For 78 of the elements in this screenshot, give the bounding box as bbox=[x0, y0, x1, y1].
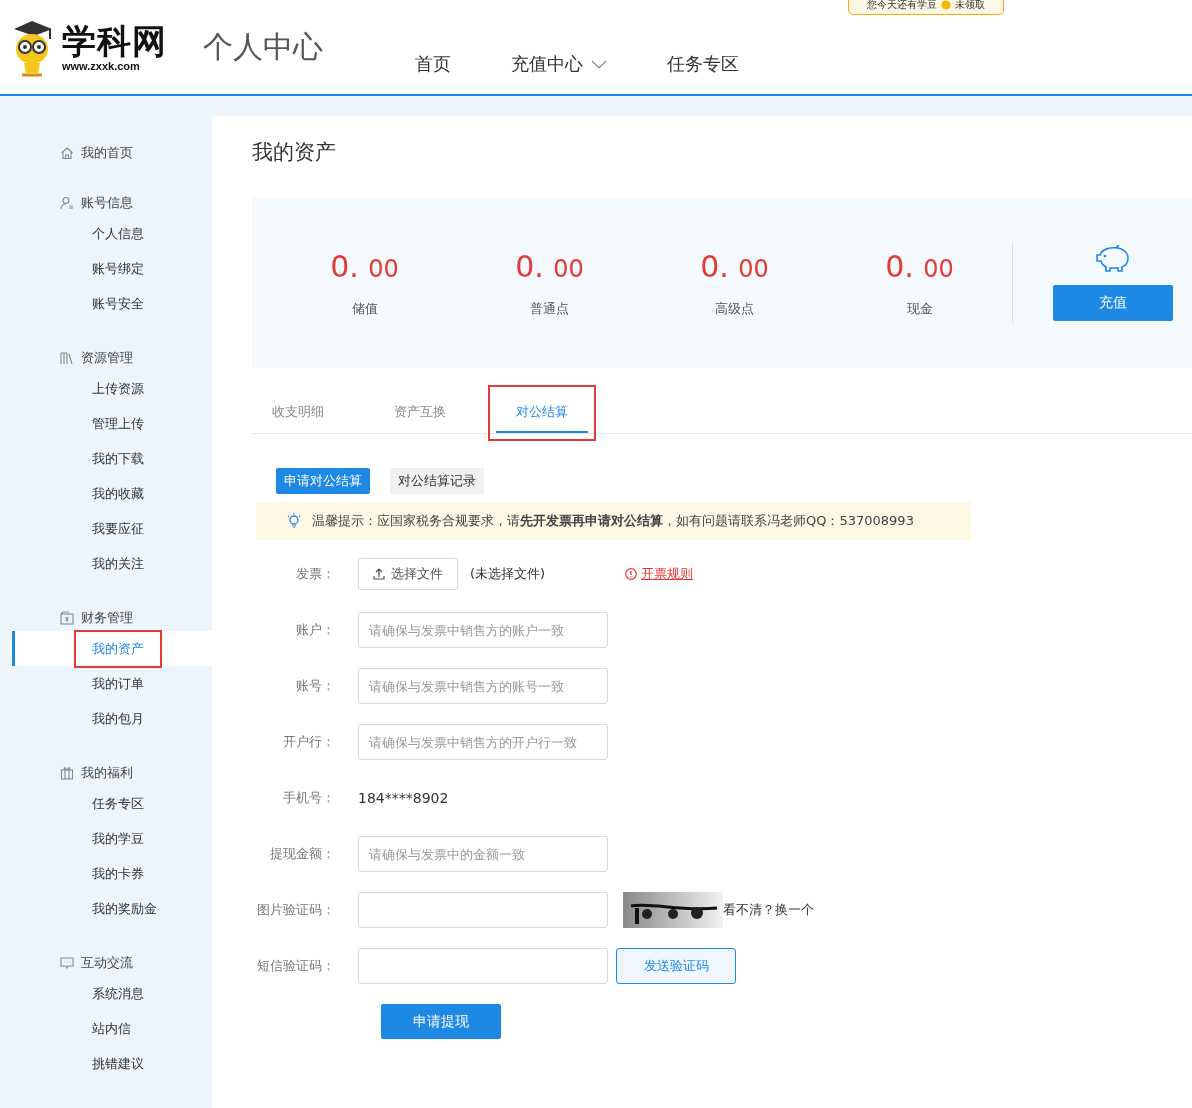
sidebar-group: 账号信息 bbox=[81, 194, 133, 212]
logo-text: 学科网 bbox=[62, 22, 167, 60]
section-title: 我的资产 bbox=[252, 139, 337, 166]
asset-label: 储值 bbox=[351, 299, 378, 318]
sidebar-item[interactable]: 站内信 bbox=[12, 1011, 212, 1046]
chat-icon bbox=[60, 956, 74, 970]
books-icon bbox=[60, 351, 74, 365]
form-label: 短信验证码： bbox=[256, 957, 336, 975]
sidebar-item[interactable]: 我的关注 bbox=[12, 546, 212, 581]
sidebar-item[interactable]: 我的资产 bbox=[12, 631, 212, 666]
tab[interactable]: 收支明细 bbox=[252, 393, 344, 433]
lightbulb-icon bbox=[286, 513, 302, 529]
warning-icon bbox=[625, 568, 638, 580]
nav-link[interactable]: 充值中心 bbox=[511, 52, 607, 76]
gift-icon bbox=[60, 766, 74, 780]
sub-tab[interactable]: 对公结算记录 bbox=[390, 468, 484, 494]
sidebar-item[interactable]: 我的卡券 bbox=[12, 856, 212, 891]
asset-amount: 0. 00 bbox=[885, 248, 954, 284]
user-icon bbox=[60, 196, 74, 210]
sidebar-item[interactable]: 系统消息 bbox=[12, 976, 212, 1011]
asset-amount: 0. 00 bbox=[330, 248, 399, 284]
recharge-button[interactable]: 充值 bbox=[1053, 285, 1173, 321]
promo-banner[interactable]: 您今天还有学豆 未领取 bbox=[848, 0, 1004, 15]
sidebar-group: 我的福利 bbox=[81, 764, 133, 782]
asset-label: 高级点 bbox=[715, 299, 754, 318]
sidebar-item[interactable]: 任务专区 bbox=[12, 786, 212, 821]
send-code-button[interactable]: 发送验证码 bbox=[616, 948, 736, 984]
form-label: 账号： bbox=[295, 677, 336, 695]
form-label: 账户： bbox=[295, 621, 336, 639]
coin-icon bbox=[941, 0, 951, 10]
nav-link[interactable]: 任务专区 bbox=[667, 52, 739, 76]
sidebar-item[interactable]: 我的包月 bbox=[12, 701, 212, 736]
input-field[interactable] bbox=[358, 948, 608, 984]
page-title: 个人中心 bbox=[203, 27, 323, 66]
sidebar-item[interactable]: 挑错建议 bbox=[12, 1046, 212, 1081]
input-field[interactable] bbox=[358, 892, 608, 928]
sidebar-group: 互动交流 bbox=[81, 954, 133, 972]
wallet-icon bbox=[60, 611, 74, 625]
sidebar-item[interactable]: 我的订单 bbox=[12, 666, 212, 701]
choose-file-button[interactable]: 选择文件 bbox=[358, 558, 458, 590]
refresh-captcha-link[interactable]: 看不清？换一个 bbox=[723, 901, 814, 919]
sidebar-item[interactable]: 我要应征 bbox=[12, 511, 212, 546]
tab[interactable]: 对公结算 bbox=[496, 393, 588, 433]
sidebar-item[interactable]: 账号绑定 bbox=[12, 251, 212, 286]
submit-button[interactable]: 申请提现 bbox=[381, 1004, 501, 1039]
asset-label: 现金 bbox=[906, 299, 933, 318]
sidebar-group: 财务管理 bbox=[81, 609, 133, 627]
form-label: 提现金额： bbox=[269, 845, 336, 863]
form-label: 图片验证码： bbox=[256, 901, 336, 919]
form-label: 手机号： bbox=[282, 789, 336, 807]
sidebar-group: 资源管理 bbox=[81, 349, 133, 367]
asset-label: 普通点 bbox=[530, 299, 569, 318]
nav-link[interactable]: 首页 bbox=[415, 52, 451, 76]
home-icon bbox=[60, 146, 74, 160]
sidebar-item[interactable]: 账号安全 bbox=[12, 286, 212, 321]
form-label: 发票： bbox=[295, 565, 336, 583]
promo-text: 您今天还有学豆 bbox=[867, 0, 937, 12]
sidebar-group[interactable]: 我的首页 bbox=[81, 144, 133, 162]
sidebar-item[interactable]: 我的收藏 bbox=[12, 476, 212, 511]
sidebar-item[interactable]: 管理上传 bbox=[12, 406, 212, 441]
rules-link[interactable]: 开票规则 bbox=[625, 565, 694, 583]
tab[interactable]: 资产互换 bbox=[374, 393, 466, 433]
promo-text: 未领取 bbox=[955, 0, 985, 12]
logo-url: www.zxxk.com bbox=[62, 60, 140, 72]
piggy-bank-icon bbox=[1094, 245, 1132, 273]
upload-icon bbox=[373, 568, 385, 580]
phone-number: 184****8902 bbox=[358, 790, 449, 806]
sidebar-item[interactable]: 上传资源 bbox=[12, 371, 212, 406]
sidebar-item[interactable]: 我的下载 bbox=[12, 441, 212, 476]
file-status: (未选择文件) bbox=[470, 565, 546, 583]
notice-text: 温馨提示：应国家税务合规要求，请先开发票再申请对公结算，如有问题请联系冯老师QQ：537008993 bbox=[312, 512, 914, 530]
sidebar-item[interactable]: 我的学豆 bbox=[12, 821, 212, 856]
asset-amount: 0. 00 bbox=[700, 248, 769, 284]
sub-tab[interactable]: 申请对公结算 bbox=[276, 468, 370, 494]
form-label: 开户行： bbox=[282, 733, 336, 751]
sidebar-item[interactable]: 个人信息 bbox=[12, 216, 212, 251]
sidebar-item[interactable]: 我的奖励金 bbox=[12, 891, 212, 926]
asset-amount: 0. 00 bbox=[515, 248, 584, 284]
